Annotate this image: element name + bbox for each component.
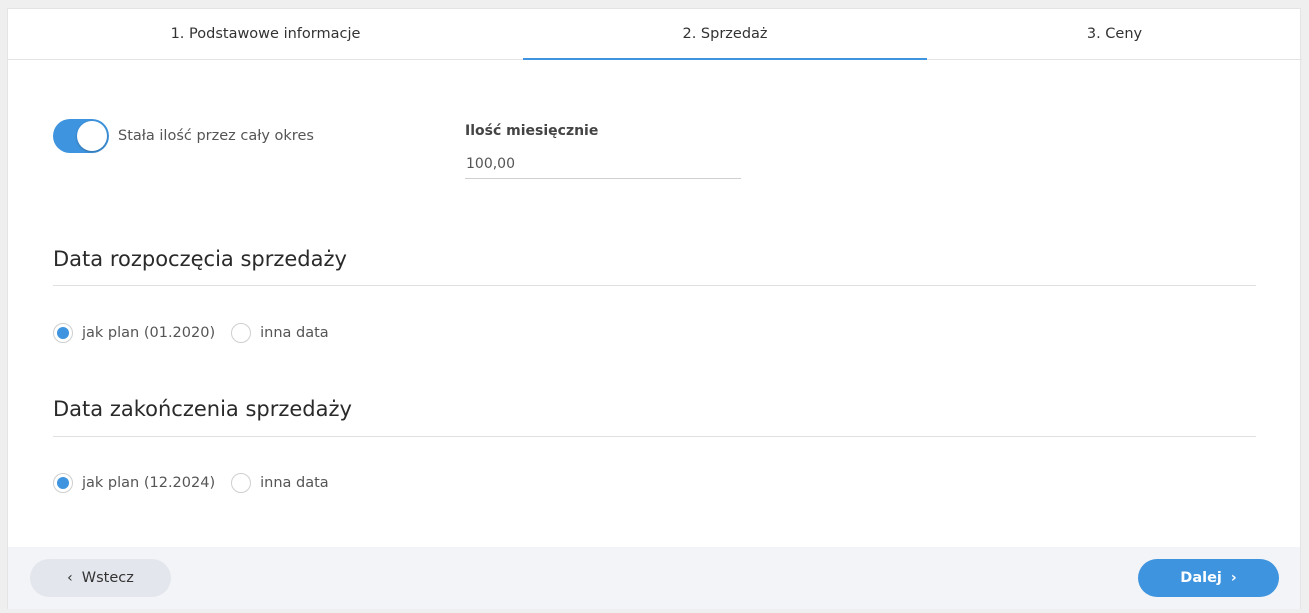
monthly-quantity-field: Ilość miesięcznie xyxy=(465,123,741,179)
chevron-left-icon: ‹ xyxy=(67,570,73,586)
monthly-quantity-input[interactable] xyxy=(465,149,741,179)
next-button-label: Dalej xyxy=(1180,570,1222,586)
divider xyxy=(53,285,1256,286)
start-date-other-label[interactable]: inna data xyxy=(260,325,329,341)
end-date-options: jak plan (12.2024) inna data xyxy=(53,471,345,495)
constant-quantity-toggle[interactable] xyxy=(53,119,109,153)
end-date-other-radio[interactable] xyxy=(231,473,252,493)
start-date-other-radio[interactable] xyxy=(231,323,252,343)
constant-quantity-row: Stała ilość przez cały okres xyxy=(53,118,314,154)
wizard-tabs: 1. Podstawowe informacje 2. Sprzedaż 3. … xyxy=(8,9,1302,60)
constant-quantity-label: Stała ilość przez cały okres xyxy=(118,128,314,144)
back-button[interactable]: ‹ Wstecz xyxy=(30,559,171,597)
start-date-title: Data rozpoczęcia sprzedaży xyxy=(53,247,347,271)
toggle-knob xyxy=(77,121,107,151)
end-date-plan-radio[interactable] xyxy=(53,473,73,493)
end-date-plan-label[interactable]: jak plan (12.2024) xyxy=(82,475,215,491)
wizard-footer: ‹ Wstecz Dalej › xyxy=(8,547,1300,609)
start-date-plan-label[interactable]: jak plan (01.2020) xyxy=(82,325,215,341)
chevron-right-icon: › xyxy=(1230,570,1237,586)
start-date-plan-radio[interactable] xyxy=(53,323,73,343)
end-date-other-label[interactable]: inna data xyxy=(260,475,329,491)
wizard-card: 1. Podstawowe informacje 2. Sprzedaż 3. … xyxy=(7,8,1302,609)
end-date-title: Data zakończenia sprzedaży xyxy=(53,397,352,421)
divider xyxy=(53,436,1256,437)
tab-sales[interactable]: 2. Sprzedaż xyxy=(523,9,927,60)
tab-basic-info[interactable]: 1. Podstawowe informacje xyxy=(8,9,523,59)
monthly-quantity-label: Ilość miesięcznie xyxy=(465,123,599,139)
back-button-label: Wstecz xyxy=(81,570,134,586)
next-button[interactable]: Dalej › xyxy=(1138,559,1279,597)
start-date-options: jak plan (01.2020) inna data xyxy=(53,321,345,345)
tab-prices[interactable]: 3. Ceny xyxy=(927,9,1302,59)
